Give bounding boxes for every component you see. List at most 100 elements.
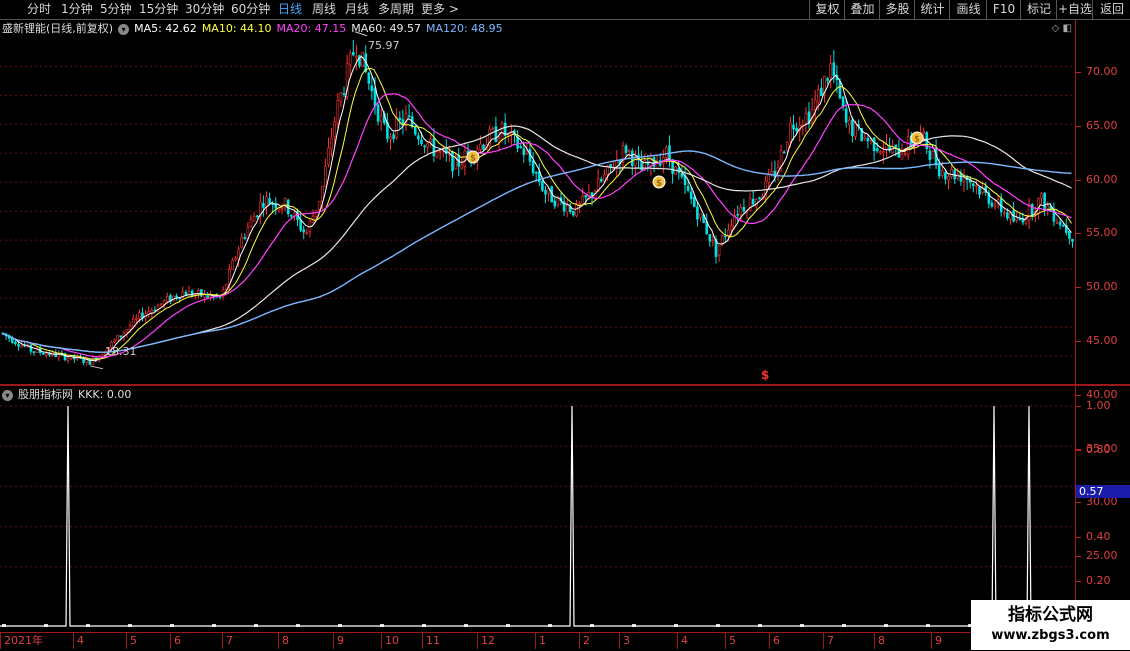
candle-body: [624, 145, 628, 153]
candle-body: [572, 210, 575, 216]
candle-body: [376, 104, 380, 122]
period-tab-8[interactable]: 月线: [345, 1, 369, 18]
candle-body: [1046, 205, 1049, 209]
candle-body: [299, 219, 302, 231]
candle-body: [324, 166, 327, 187]
ma120-line: [1, 150, 1072, 353]
candle-body: [41, 352, 45, 355]
x-tick-label: 2021年: [0, 633, 43, 649]
candle-body: [249, 219, 253, 228]
candle-body: [1040, 193, 1043, 199]
candle-body: [531, 160, 535, 174]
money-bag-icon: $: [466, 150, 480, 164]
x-tick-label: 6: [769, 633, 780, 649]
kkk-indicator-chart: [0, 405, 1076, 627]
candle-body: [820, 87, 823, 96]
candle-body: [138, 312, 141, 319]
main-chart-panel[interactable]: 盛新锂能(日线,前复权) ▾ MA5: 42.62 MA10: 44.10 MA20: …: [0, 20, 1130, 616]
candle-body: [739, 206, 743, 216]
candle-body: [993, 204, 997, 207]
period-tab-3[interactable]: 15分钟: [139, 1, 178, 18]
x-tick-label: 8: [874, 633, 885, 649]
candle-body: [451, 151, 454, 172]
period-tab-2[interactable]: 5分钟: [100, 1, 132, 18]
candle-body: [770, 171, 774, 175]
candle-body: [789, 122, 792, 142]
x-tick-label: 5: [725, 633, 736, 649]
candlestick-chart: $ $ $: [0, 31, 1076, 370]
candle-body: [224, 283, 228, 290]
y-tick-label: 60.00: [1076, 172, 1118, 186]
y-tick-label: 0.40: [1076, 530, 1111, 544]
candle-body: [581, 195, 585, 205]
candle-body: [116, 334, 119, 342]
toolbar-action-1[interactable]: 叠加: [844, 0, 880, 19]
toolbar-action-8[interactable]: 返回: [1092, 0, 1130, 19]
candle-body: [767, 174, 771, 183]
candle-body: [32, 351, 36, 353]
candle-body: [1055, 221, 1059, 224]
candle-body: [553, 200, 557, 207]
toolbar-action-6[interactable]: 标记: [1020, 0, 1057, 19]
x-tick-label: 12: [477, 633, 495, 649]
candle-body: [336, 100, 340, 124]
candle-body: [14, 341, 17, 345]
candle-body: [460, 164, 464, 169]
candle-body: [947, 175, 950, 181]
candle-body: [420, 139, 423, 145]
candle-body: [491, 128, 495, 131]
candle-body: [878, 151, 882, 154]
candle-body: [159, 303, 163, 305]
toolbar-action-5[interactable]: F10: [986, 0, 1021, 19]
indicator-panel[interactable]: ▾股朋指标网KKK: 0.00 1.000.800.600.400.20: [0, 386, 1130, 632]
toolbar-action-2[interactable]: 多股: [879, 0, 915, 19]
y-tick-label: 55.00: [1076, 226, 1118, 240]
candle-body: [265, 196, 268, 207]
candle-body: [882, 151, 885, 154]
current-value-marker: 0.57: [1076, 485, 1130, 498]
indicator-axis: 1.000.800.600.400.20: [1075, 386, 1130, 632]
toolbar-action-7[interactable]: +自选: [1056, 0, 1093, 19]
candle-body: [785, 142, 789, 151]
candle-body: [906, 136, 910, 156]
candle-body: [841, 96, 845, 108]
candle-body: [863, 136, 867, 140]
candle-body: [900, 153, 904, 160]
ma5-line: [1, 55, 1072, 362]
candle-body: [252, 215, 256, 222]
candle-body: [429, 138, 433, 143]
period-tab-0[interactable]: 分时: [27, 1, 51, 18]
candle-body: [686, 185, 690, 191]
ma60-line: [1, 125, 1072, 353]
candle-body: [423, 145, 426, 148]
toolbar-action-3[interactable]: 统计: [914, 0, 950, 19]
candle-body: [813, 99, 817, 110]
date-axis: 2021年 4 5 6 7 8 9 10 11 12 1 2 3 4 5 6 7 8 9: [0, 632, 1076, 651]
period-tab-7[interactable]: 周线: [312, 1, 336, 18]
low-price-label: 18.31: [105, 345, 137, 358]
candle-body: [197, 290, 200, 294]
candle-body: [100, 354, 104, 356]
period-tab-6[interactable]: 日线: [278, 1, 302, 18]
candle-body: [751, 198, 755, 205]
x-tick-label: 4: [73, 633, 84, 649]
candle-body: [373, 88, 377, 107]
period-tab-10[interactable]: 更多 >: [421, 1, 459, 18]
candle-body: [975, 185, 978, 188]
period-tab-5[interactable]: 60分钟: [231, 1, 270, 18]
toolbar-action-4[interactable]: 画线: [949, 0, 987, 19]
candle-body: [627, 150, 631, 152]
candle-body: [525, 150, 529, 154]
y-tick-label: 50.00: [1076, 280, 1118, 294]
candle-body: [413, 127, 417, 135]
candle-body: [829, 63, 833, 79]
toolbar-action-0[interactable]: 复权: [809, 0, 845, 19]
price-axis: 70.00 65.00 60.00 55.00 50.00 45.00 40.00 35.00…: [1075, 20, 1130, 616]
x-tick-label: 9: [931, 633, 942, 649]
x-tick-label: 2: [579, 633, 590, 649]
period-tab-1[interactable]: 1分钟: [61, 1, 93, 18]
period-tab-9[interactable]: 多周期: [378, 1, 414, 18]
candle-body: [665, 147, 668, 158]
period-tab-4[interactable]: 30分钟: [185, 1, 224, 18]
candle-body: [804, 113, 808, 124]
